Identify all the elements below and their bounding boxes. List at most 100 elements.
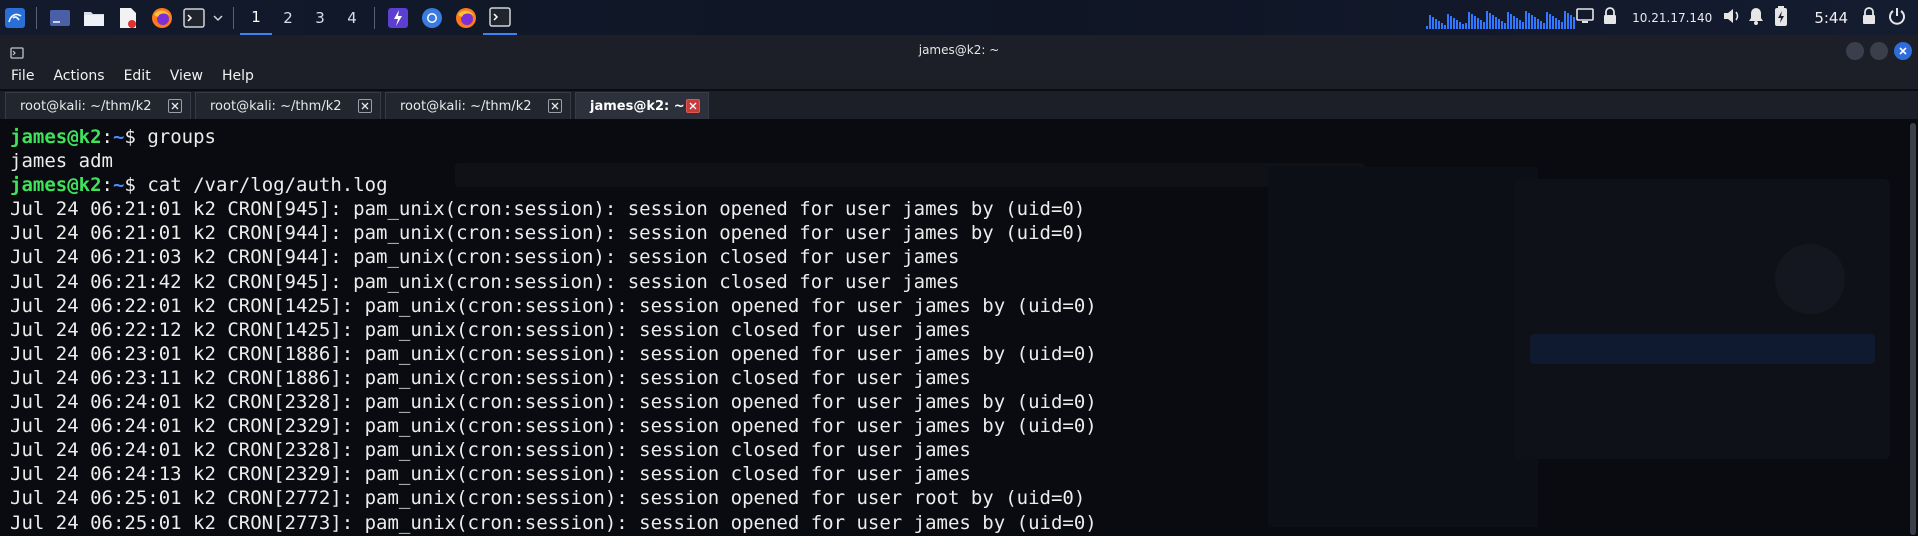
- menu-bar: File Actions Edit View Help: [0, 63, 1918, 89]
- network-activity-bar: [1450, 15, 1453, 29]
- menu-help[interactable]: Help: [219, 68, 257, 84]
- firefox-icon[interactable]: [145, 0, 179, 35]
- terminal-output-line: Jul 24 06:23:01 k2 CRON[1886]: pam_unix(…: [10, 342, 1097, 365]
- minimize-button[interactable]: [1846, 42, 1864, 60]
- terminal-icon[interactable]: [179, 0, 209, 35]
- network-activity-bar: [1510, 13, 1513, 29]
- panel-separator: [233, 6, 234, 29]
- notification-bell-icon[interactable]: [1748, 7, 1774, 29]
- network-activity-bar: [1483, 21, 1486, 29]
- network-activity-bar: [1477, 17, 1480, 29]
- terminal-output-line: Jul 24 06:25:01 k2 CRON[2773]: pam_unix(…: [10, 511, 1097, 534]
- prompt-separator: :: [101, 126, 113, 148]
- tab-label: root@kali: ~/thm/k2: [20, 98, 152, 114]
- network-activity-bar: [1573, 16, 1576, 29]
- menu-edit[interactable]: Edit: [121, 68, 154, 84]
- terminal-output-line: Jul 24 06:22:01 k2 CRON[1425]: pam_unix(…: [10, 294, 1097, 317]
- network-activity-bar: [1486, 10, 1489, 29]
- network-activity-bar: [1465, 22, 1468, 29]
- maximize-button[interactable]: [1870, 42, 1888, 60]
- terminal-prompt-line: james@k2:~$ groups: [10, 125, 1097, 149]
- network-activity-bar: [1549, 13, 1552, 29]
- network-activity-bar: [1516, 17, 1519, 29]
- close-window-button[interactable]: [1894, 42, 1912, 60]
- network-activity-bar: [1447, 13, 1450, 29]
- prompt-user: james@k2: [10, 174, 102, 197]
- power-icon[interactable]: [1888, 7, 1918, 29]
- chromium-icon[interactable]: [415, 0, 449, 35]
- tab-root-kali-1[interactable]: root@kali: ~/thm/k2: [5, 92, 191, 119]
- volume-icon[interactable]: [1722, 7, 1748, 29]
- close-icon: [361, 102, 369, 110]
- menu-actions[interactable]: Actions: [50, 68, 107, 84]
- network-activity-bar: [1498, 18, 1501, 29]
- close-icon: [689, 102, 697, 110]
- network-activity-bar: [1468, 11, 1471, 29]
- network-activity-bar: [1426, 25, 1429, 29]
- network-activity-bar: [1507, 11, 1510, 29]
- network-activity-bar: [1558, 19, 1561, 29]
- prompt-symbol: $: [124, 126, 148, 148]
- tab-bar: root@kali: ~/thm/k2 root@kali: ~/thm/k2 …: [0, 91, 1918, 119]
- command-text: cat /var/log/auth.log: [147, 174, 388, 197]
- terminal-output-line: Jul 24 06:24:01 k2 CRON[2328]: pam_unix(…: [10, 391, 1097, 414]
- terminal-output-line: Jul 24 06:21:03 k2 CRON[944]: pam_unix(c…: [10, 246, 960, 269]
- network-activity-bar: [1534, 16, 1537, 29]
- system-tray: 10.21.17.140 5:44: [1426, 0, 1918, 35]
- tab-root-kali-2[interactable]: root@kali: ~/thm/k2: [195, 92, 381, 119]
- top-panel: 1 2 3 4 10.21.17.140 5:44: [0, 0, 1918, 35]
- network-activity-bar: [1471, 13, 1474, 29]
- kali-menu-icon[interactable]: [0, 0, 30, 35]
- tab-close-button[interactable]: [686, 99, 700, 113]
- network-activity-bar: [1453, 17, 1456, 29]
- tab-close-button[interactable]: [358, 99, 372, 113]
- tab-root-kali-3[interactable]: root@kali: ~/thm/k2: [385, 92, 571, 119]
- file-manager-icon[interactable]: [77, 0, 111, 35]
- network-activity-bar: [1429, 14, 1432, 29]
- network-activity-bar: [1555, 17, 1558, 29]
- vpn-lock-icon[interactable]: [1602, 6, 1626, 29]
- network-activity-bar: [1444, 24, 1447, 29]
- show-desktop-icon[interactable]: [43, 0, 77, 35]
- network-graph: [1426, 10, 1576, 29]
- firefox-icon[interactable]: [449, 0, 483, 35]
- clock[interactable]: 5:44: [1814, 9, 1848, 27]
- menu-file[interactable]: File: [8, 68, 37, 84]
- workspace-2[interactable]: 2: [272, 0, 304, 35]
- network-activity-bar: [1528, 12, 1531, 29]
- tab-label: root@kali: ~/thm/k2: [400, 98, 532, 114]
- terminal-output-line: Jul 24 06:21:42 k2 CRON[945]: pam_unix(c…: [10, 270, 960, 293]
- chevron-down-icon[interactable]: [209, 0, 227, 35]
- prompt-path: ~: [112, 174, 125, 197]
- network-activity-bar: [1567, 12, 1570, 29]
- terminal-output[interactable]: james@k2:~$ groups james adm james@k2:~$ c…: [0, 119, 1918, 536]
- terminal-icon[interactable]: [483, 0, 517, 35]
- tab-james-k2[interactable]: james@k2: ~: [575, 92, 709, 119]
- terminal-output-line: Jul 24 06:23:11 k2 CRON[1886]: pam_unix(…: [10, 366, 971, 389]
- panel-separator: [36, 6, 37, 29]
- close-icon: [1899, 47, 1907, 55]
- tab-close-button[interactable]: [168, 99, 182, 113]
- terminal-scrollbar[interactable]: [1910, 123, 1916, 535]
- window-title: james@k2: ~: [918, 43, 1000, 57]
- burp-suite-icon[interactable]: [381, 0, 415, 35]
- terminal-output-line: Jul 24 06:24:01 k2 CRON[2329]: pam_unix(…: [10, 415, 1097, 438]
- workspace-1[interactable]: 1: [240, 0, 272, 35]
- network-activity-bar: [1525, 10, 1528, 29]
- network-activity-bar: [1441, 22, 1444, 29]
- lock-screen-icon[interactable]: [1862, 6, 1888, 29]
- terminal-lines: james@k2:~$ groups james adm james@k2:~$ c…: [10, 125, 1097, 535]
- battery-icon: [1774, 5, 1800, 31]
- network-activity-bar: [1501, 20, 1504, 29]
- tab-close-button[interactable]: [548, 99, 562, 113]
- tab-label: james@k2: ~: [590, 98, 685, 114]
- workspace-4[interactable]: 4: [336, 0, 368, 35]
- menu-view[interactable]: View: [167, 68, 206, 84]
- network-activity-bar: [1513, 15, 1516, 29]
- prompt-separator: :: [101, 174, 113, 197]
- terminal-output-line: Jul 24 06:21:01 k2 CRON[944]: pam_unix(c…: [10, 222, 1086, 245]
- workspace-3[interactable]: 3: [304, 0, 336, 35]
- terminal-output-line: Jul 24 06:22:12 k2 CRON[1425]: pam_unix(…: [10, 318, 971, 341]
- display-icon[interactable]: [1576, 7, 1602, 28]
- text-editor-icon[interactable]: [111, 0, 145, 35]
